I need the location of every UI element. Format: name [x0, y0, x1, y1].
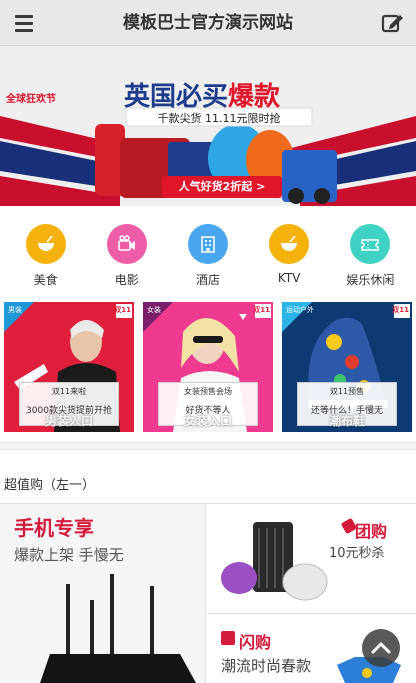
tile-menswear[interactable]: 男装 双11 双11来啦 3000款尖货提前开抢 男装入口: [4, 302, 134, 432]
deal-heading: 闪购: [239, 633, 272, 652]
edit-icon[interactable]: [380, 10, 406, 36]
bowl-icon: [269, 224, 310, 264]
category-label: KTV: [277, 271, 301, 285]
page-title: 模板巴士官方演示网站: [123, 13, 293, 33]
banner-badge: 人气好货2折起 >: [178, 180, 266, 193]
banner-subline: 千款尖货 11.11元限时抢: [157, 112, 281, 125]
tile-badge: 双11: [114, 306, 131, 314]
ticket-icon: [350, 224, 391, 264]
deal-heading: 团购: [355, 522, 388, 541]
tile-tag: 女装: [147, 306, 161, 314]
deal-sub: 潮流时尚春款: [221, 657, 312, 675]
tile-sub: 女装预售会场: [184, 387, 232, 396]
bowl-icon: [25, 224, 66, 264]
tile-sub: 双11预售: [329, 387, 365, 396]
tile-womenswear[interactable]: 女装 双11 女装预售会场 好货不等人 女装入口: [143, 302, 273, 432]
category-ktv[interactable]: KTV: [252, 224, 326, 290]
tile-badge: 双11: [392, 306, 409, 314]
category-label: 酒店: [195, 273, 220, 287]
tile-tag: 运动户外: [286, 306, 314, 314]
category-leisure[interactable]: 娱乐休闲: [333, 224, 407, 290]
deal-heading: 手机专享: [14, 516, 94, 540]
section-title: 超值购（左一）: [4, 478, 96, 493]
category-nav: 美食 电影 酒店 KTV 娱乐休闲: [0, 224, 416, 290]
tile-shoes[interactable]: 运动户外 双11 双11预售 还等什么！手慢无 潮布鞋: [282, 302, 412, 432]
camera-icon: [106, 224, 147, 264]
hero-banner[interactable]: 全球狂欢节 英国必买爆款 千款尖货 11.11元限时抢 人气好货2折起 >: [0, 46, 416, 206]
tile-sub: 双11来啦: [51, 387, 87, 396]
back-to-top-button[interactable]: [362, 629, 400, 667]
tile-name: 潮布鞋: [328, 414, 365, 428]
tile-name: 女装入口: [183, 414, 232, 428]
category-label: 娱乐休闲: [346, 273, 395, 287]
category-label: 电影: [114, 273, 139, 287]
hotel-icon: [187, 224, 228, 264]
deals-grid: 手机专享 爆款上架 手慢无 团购 10元秒杀 闪购 潮流时尚春款: [0, 504, 416, 683]
menu-icon[interactable]: [10, 10, 38, 36]
category-label: 美食: [33, 273, 58, 287]
chevron-up-icon: [371, 642, 391, 654]
tile-badge: 双11: [253, 306, 270, 314]
category-hotel[interactable]: 酒店: [171, 224, 245, 290]
category-food[interactable]: 美食: [9, 224, 83, 290]
deal-sub: 爆款上架 手慢无: [14, 546, 124, 564]
tile-name: 男装入口: [44, 414, 93, 428]
deal-sub: 10元秒杀: [329, 546, 385, 561]
banner-logo: 全球狂欢节: [6, 94, 56, 105]
tile-tag: 男装: [8, 306, 22, 314]
top-header: 模板巴士官方演示网站: [0, 0, 416, 46]
banner-headline-b: 爆款: [228, 82, 281, 112]
deal-mobile-exclusive[interactable]: 手机专享 爆款上架 手慢无: [0, 504, 206, 683]
banner-headline: 英国必买爆款: [124, 76, 280, 113]
page: 模板巴士官方演示网站 全球狂欢节 英国必买爆款 千款尖货 11.11元限时抢 人…: [0, 0, 416, 683]
section-divider: [0, 442, 416, 450]
deal-group-buy[interactable]: 团购 10元秒杀: [207, 504, 416, 614]
banner-headline-a: 英国必买: [124, 82, 229, 112]
category-movie[interactable]: 电影: [90, 224, 164, 290]
promo-tiles: 男装 双11 双11来啦 3000款尖货提前开抢 男装入口 女装 双11 女装预…: [4, 302, 412, 432]
